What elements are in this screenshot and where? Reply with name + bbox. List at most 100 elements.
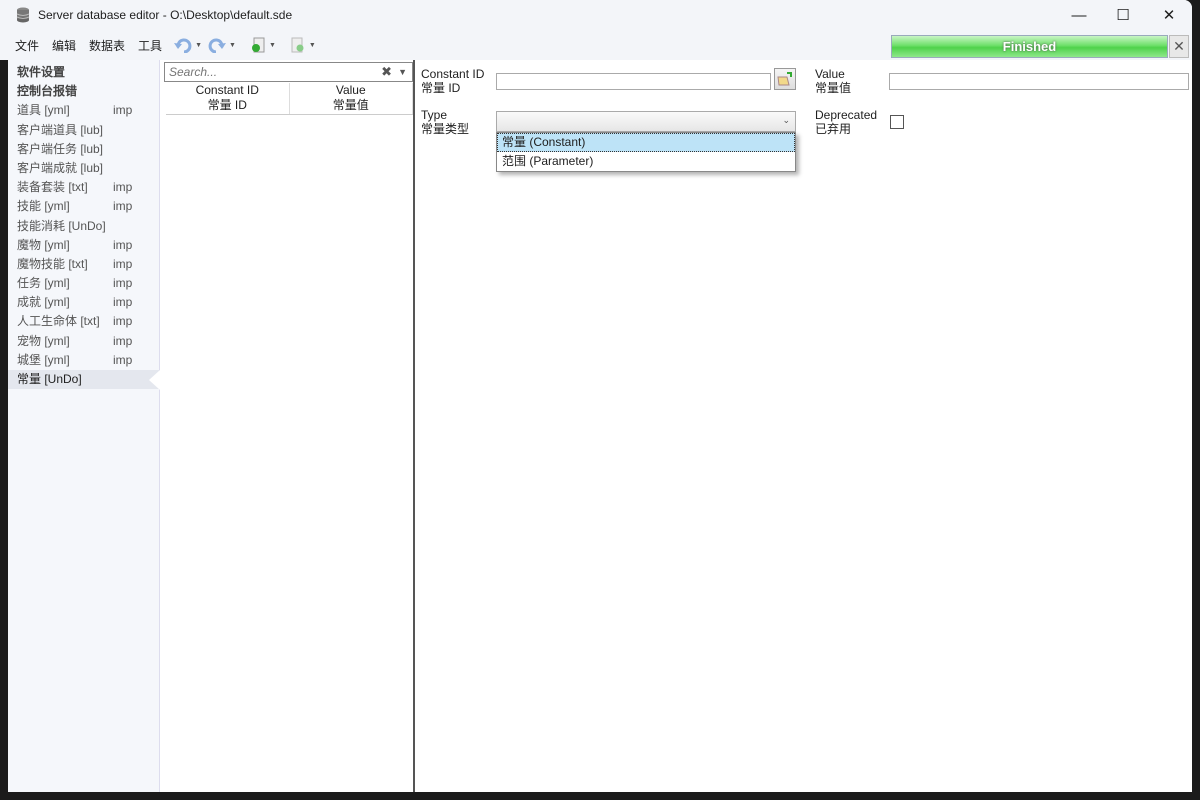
sidebar-item[interactable]: 控制台报错 bbox=[8, 82, 159, 101]
column-label-zh: 常量 ID bbox=[207, 98, 247, 112]
type-option-constant[interactable]: 常量 (Constant) bbox=[497, 133, 795, 152]
sidebar-item-label: 任务 [yml] bbox=[17, 276, 70, 291]
sidebar: 软件设置 控制台报错 道具 [yml] imp 客户端道具 [lub] 客户端任务 [lu… bbox=[8, 60, 160, 792]
sidebar-item[interactable]: 人工生命体 [txt] imp bbox=[8, 312, 159, 331]
export-icon bbox=[291, 37, 304, 53]
label-zh: 常量 ID bbox=[421, 81, 461, 95]
sidebar-item-label: 道具 [yml] bbox=[17, 103, 70, 118]
sidebar-item[interactable]: 成就 [yml] imp bbox=[8, 293, 159, 312]
sidebar-item[interactable]: 客户端道具 [lub] bbox=[8, 121, 159, 140]
list-panel: ✖ ▼ Constant ID常量 ID Value常量值 bbox=[161, 60, 415, 792]
progress-label: Finished bbox=[1002, 39, 1057, 54]
undo-dropdown-icon[interactable]: ▼ bbox=[195, 42, 202, 49]
label-zh: 常量值 bbox=[815, 81, 852, 95]
column-label-en: Value bbox=[335, 83, 366, 97]
search-box: ✖ ▼ bbox=[164, 62, 413, 82]
database-icon bbox=[16, 7, 30, 23]
pick-id-button[interactable] bbox=[774, 68, 796, 90]
chevron-down-icon: ⌄ bbox=[782, 115, 790, 125]
sidebar-item[interactable]: 魔物技能 [txt] imp bbox=[8, 255, 159, 274]
import-button[interactable]: ▼ bbox=[250, 37, 276, 53]
progress-bar: Finished bbox=[891, 35, 1168, 58]
type-dropdown-list: 常量 (Constant) 范围 (Parameter) bbox=[496, 132, 796, 172]
sidebar-item-tag: imp bbox=[113, 237, 133, 252]
export-dropdown-icon[interactable]: ▼ bbox=[309, 42, 316, 49]
label-en: Value bbox=[815, 67, 845, 81]
redo-button[interactable]: ▼ bbox=[208, 37, 236, 53]
sidebar-item-tag: imp bbox=[113, 180, 133, 195]
sidebar-item[interactable]: 装备套装 [txt] imp bbox=[8, 178, 159, 197]
export-button[interactable]: ▼ bbox=[290, 37, 316, 53]
sidebar-item[interactable]: 软件设置 bbox=[8, 63, 159, 82]
menu-tables[interactable]: 数据表 bbox=[89, 37, 125, 54]
clear-search-icon[interactable]: ✖ bbox=[381, 64, 392, 80]
search-input[interactable] bbox=[169, 65, 382, 79]
app-window: Server database editor - O:\Desktop\defa… bbox=[0, 0, 1192, 792]
constant-id-label: Constant ID 常量 ID bbox=[421, 67, 484, 95]
label-en: Deprecated bbox=[815, 108, 878, 122]
maximize-button[interactable]: ☐ bbox=[1100, 0, 1146, 30]
sidebar-item-label: 技能 [yml] bbox=[17, 199, 70, 214]
label-zh: 常量类型 bbox=[421, 122, 470, 136]
type-option-parameter[interactable]: 范围 (Parameter) bbox=[497, 152, 795, 171]
sidebar-item-tag: imp bbox=[113, 256, 133, 271]
value-label: Value 常量值 bbox=[815, 67, 851, 95]
constant-id-input[interactable] bbox=[496, 73, 771, 90]
label-en: Constant ID bbox=[421, 67, 485, 81]
sidebar-item-tag: imp bbox=[113, 276, 133, 291]
sidebar-item-label: 控制台报错 bbox=[17, 84, 78, 99]
search-options-dropdown[interactable]: ▼ bbox=[398, 67, 407, 77]
sidebar-item-label: 魔物技能 [txt] bbox=[17, 256, 88, 271]
sidebar-item-label: 常量 [UnDo] bbox=[17, 372, 82, 386]
sidebar-item-label: 魔物 [yml] bbox=[17, 237, 70, 252]
sidebar-item-tag: imp bbox=[113, 333, 133, 348]
sidebar-item[interactable]: 道具 [yml] imp bbox=[8, 101, 159, 120]
sidebar-item[interactable]: 任务 [yml] imp bbox=[8, 274, 159, 293]
import-dropdown-icon[interactable]: ▼ bbox=[269, 42, 276, 49]
redo-dropdown-icon[interactable]: ▼ bbox=[229, 42, 236, 49]
sidebar-item[interactable]: 客户端成就 [lub] bbox=[8, 159, 159, 178]
sidebar-item[interactable]: 技能 [yml] imp bbox=[8, 197, 159, 216]
sidebar-item-label: 软件设置 bbox=[17, 65, 66, 79]
close-button[interactable]: ✕ bbox=[1146, 0, 1192, 30]
column-value[interactable]: Value 常量值 bbox=[290, 83, 413, 114]
redo-icon bbox=[208, 38, 226, 53]
sidebar-item[interactable]: 城堡 [yml] imp bbox=[8, 351, 159, 370]
sidebar-item[interactable]: 常量 [UnDo] bbox=[8, 370, 160, 391]
sidebar-item-label: 人工生命体 [txt] bbox=[17, 314, 100, 329]
sidebar-item-tag: imp bbox=[113, 352, 133, 367]
table-header: Constant ID 常量 ID Value 常量值 bbox=[166, 83, 413, 115]
edit-panel: Constant ID 常量 ID Value 常量值 Type 常量类型 ⌄ 常量 … bbox=[417, 60, 1192, 792]
value-input[interactable] bbox=[889, 73, 1189, 90]
menu-edit[interactable]: 编辑 bbox=[52, 37, 76, 54]
sidebar-item-label: 技能消耗 [UnDo] bbox=[17, 218, 106, 233]
sidebar-item[interactable]: 客户端任务 [lub] bbox=[8, 140, 159, 159]
sidebar-item[interactable]: 宠物 [yml] imp bbox=[8, 332, 159, 351]
label-en: Type bbox=[421, 108, 448, 122]
sidebar-item-label: 城堡 [yml] bbox=[17, 352, 70, 367]
minimize-button[interactable]: — bbox=[1056, 0, 1102, 30]
sidebar-item-tag: imp bbox=[113, 314, 133, 329]
sidebar-item-tag: imp bbox=[113, 295, 133, 310]
deprecated-checkbox[interactable] bbox=[890, 115, 904, 129]
sidebar-item-tag: imp bbox=[113, 199, 133, 214]
sidebar-item-label: 宠物 [yml] bbox=[17, 333, 70, 348]
undo-button[interactable]: ▼ bbox=[174, 37, 202, 53]
import-icon bbox=[251, 37, 265, 53]
window-title: Server database editor - O:\Desktop\defa… bbox=[38, 8, 293, 22]
progress-close-button[interactable]: ✕ bbox=[1169, 35, 1189, 58]
sidebar-item[interactable]: 魔物 [yml] imp bbox=[8, 236, 159, 255]
sidebar-item-label: 客户端道具 [lub] bbox=[17, 122, 104, 137]
sidebar-item[interactable]: 技能消耗 [UnDo] bbox=[8, 217, 159, 236]
label-zh: 已弃用 bbox=[815, 122, 852, 136]
sidebar-item-label: 装备套装 [txt] bbox=[17, 180, 88, 195]
type-label: Type 常量类型 bbox=[421, 108, 469, 136]
sidebar-item-label: 客户端任务 [lub] bbox=[17, 141, 104, 156]
window-border bbox=[0, 60, 8, 800]
type-select[interactable]: ⌄ bbox=[496, 111, 796, 132]
deprecated-label: Deprecated 已弃用 bbox=[815, 108, 877, 136]
menu-file[interactable]: 文件 bbox=[15, 37, 39, 54]
column-constant-id[interactable]: Constant ID 常量 ID bbox=[166, 83, 290, 114]
sidebar-item-label: 客户端成就 [lub] bbox=[17, 160, 104, 175]
menu-tools[interactable]: 工具 bbox=[138, 37, 162, 54]
